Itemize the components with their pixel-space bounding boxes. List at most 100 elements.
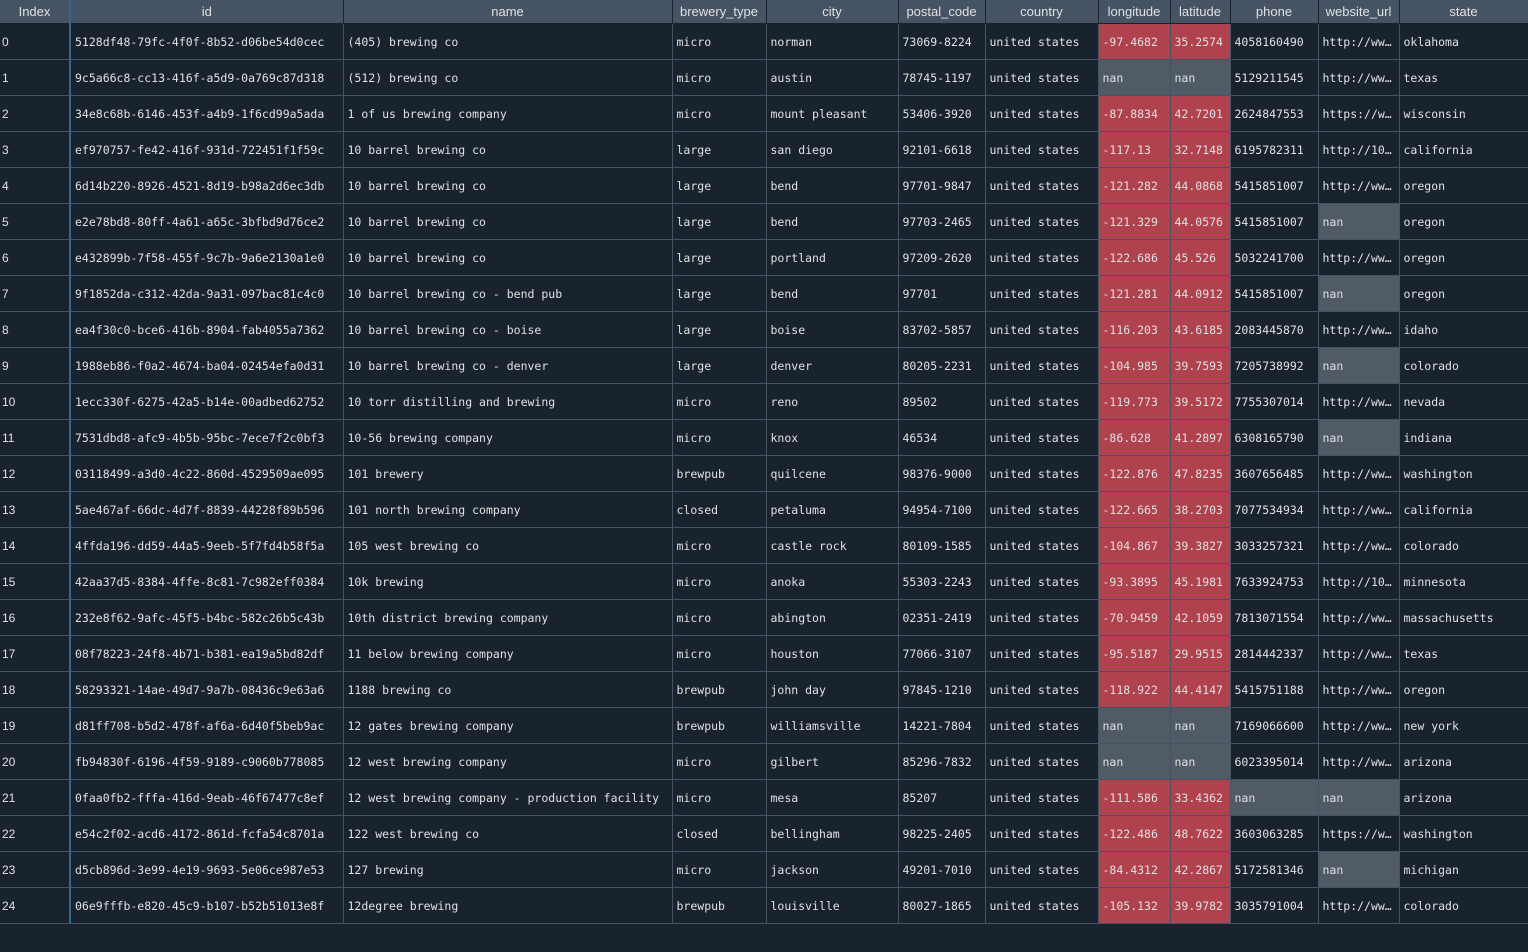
cell-phone[interactable]: 3603063285 [1230,815,1319,852]
cell-id[interactable]: d81ff708-b5d2-478f-af6a-6d40f5beb9ac [70,707,344,744]
cell-latitude[interactable]: 39.9782 [1170,887,1231,924]
cell-id[interactable]: 4ffda196-dd59-44a5-9eeb-5f7fd4b58f5a [70,527,344,564]
cell-name[interactable]: 10 barrel brewing co [343,167,673,204]
cell-brewery-type[interactable]: micro [672,635,767,672]
cell-brewery-type[interactable]: brewpub [672,671,767,708]
row-index[interactable]: 18 [0,671,71,708]
cell-phone[interactable]: 3033257321 [1230,527,1319,564]
cell-city[interactable]: williamsville [766,707,899,744]
cell-postal-code[interactable]: 53406-3920 [898,95,986,132]
cell-latitude[interactable]: nan [1170,59,1231,96]
cell-country[interactable]: united states [985,491,1099,528]
cell-country[interactable]: united states [985,815,1099,852]
cell-phone[interactable]: 7633924753 [1230,563,1319,600]
cell-state[interactable]: colorado [1399,347,1528,384]
cell-phone[interactable]: 2624847553 [1230,95,1319,132]
cell-postal-code[interactable]: 97701 [898,275,986,312]
column-header-latitude[interactable]: latitude [1170,0,1231,24]
cell-state[interactable]: massachusetts [1399,599,1528,636]
cell-id[interactable]: 08f78223-24f8-4b71-b381-ea19a5bd82df [70,635,344,672]
cell-state[interactable]: colorado [1399,887,1528,924]
table-row[interactable]: 23 d5cb896d-3e99-4e19-9693-5e06ce987e53 12… [0,851,1528,888]
cell-postal-code[interactable]: 02351-2419 [898,599,986,636]
cell-website-url[interactable]: https://w… [1318,815,1400,852]
cell-brewery-type[interactable]: closed [672,491,767,528]
table-row[interactable]: 20 fb94830f-6196-4f59-9189-c9060b778085 12… [0,743,1528,780]
cell-country[interactable]: united states [985,563,1099,600]
table-row[interactable]: 10 1ecc330f-6275-42a5-b14e-00adbed62752 10… [0,383,1528,420]
cell-postal-code[interactable]: 80205-2231 [898,347,986,384]
cell-postal-code[interactable]: 97701-9847 [898,167,986,204]
cell-brewery-type[interactable]: micro [672,383,767,420]
cell-website-url[interactable]: http://ww… [1318,59,1400,96]
cell-longitude[interactable]: -121.281 [1098,275,1171,312]
cell-name[interactable]: 12 west brewing company - production fac… [343,779,673,816]
cell-country[interactable]: united states [985,23,1099,60]
cell-longitude[interactable]: -118.922 [1098,671,1171,708]
cell-city[interactable]: denver [766,347,899,384]
cell-longitude[interactable]: -116.203 [1098,311,1171,348]
cell-brewery-type[interactable]: large [672,347,767,384]
row-index[interactable]: 10 [0,383,71,420]
cell-longitude[interactable]: -121.329 [1098,203,1171,240]
cell-id[interactable]: e54c2f02-acd6-4172-861d-fcfa54c8701a [70,815,344,852]
cell-country[interactable]: united states [985,59,1099,96]
row-index[interactable]: 13 [0,491,71,528]
cell-latitude[interactable]: 35.2574 [1170,23,1231,60]
table-row[interactable]: 22 e54c2f02-acd6-4172-861d-fcfa54c8701a 12… [0,815,1528,852]
cell-state[interactable]: oregon [1399,239,1528,276]
cell-latitude[interactable]: 39.5172 [1170,383,1231,420]
cell-city[interactable]: reno [766,383,899,420]
cell-state[interactable]: indiana [1399,419,1528,456]
cell-country[interactable]: united states [985,527,1099,564]
cell-postal-code[interactable]: 49201-7010 [898,851,986,888]
cell-city[interactable]: petaluma [766,491,899,528]
cell-brewery-type[interactable]: large [672,311,767,348]
cell-state[interactable]: new york [1399,707,1528,744]
cell-country[interactable]: united states [985,635,1099,672]
cell-postal-code[interactable]: 85296-7832 [898,743,986,780]
cell-id[interactable]: 06e9fffb-e820-45c9-b107-b52b51013e8f [70,887,344,924]
cell-name[interactable]: 12degree brewing [343,887,673,924]
cell-phone[interactable]: 3035791004 [1230,887,1319,924]
cell-city[interactable]: gilbert [766,743,899,780]
cell-state[interactable]: minnesota [1399,563,1528,600]
column-header-phone[interactable]: phone [1230,0,1319,24]
table-row[interactable]: 3 ef970757-fe42-416f-931d-722451f1f59c 10 … [0,131,1528,168]
cell-state[interactable]: california [1399,491,1528,528]
table-row[interactable]: 16 232e8f62-9afc-45f5-b4bc-582c26b5c43b 10… [0,599,1528,636]
cell-latitude[interactable]: 45.1981 [1170,563,1231,600]
cell-state[interactable]: wisconsin [1399,95,1528,132]
cell-state[interactable]: oregon [1399,671,1528,708]
column-header-name[interactable]: name [343,0,673,24]
cell-name[interactable]: 12 gates brewing company [343,707,673,744]
cell-brewery-type[interactable]: large [672,203,767,240]
cell-name[interactable]: 10 barrel brewing co [343,131,673,168]
cell-country[interactable]: united states [985,203,1099,240]
cell-postal-code[interactable]: 80109-1585 [898,527,986,564]
cell-latitude[interactable]: 41.2897 [1170,419,1231,456]
cell-latitude[interactable]: 47.8235 [1170,455,1231,492]
cell-id[interactable]: 34e8c68b-6146-453f-a4b9-1f6cd99a5ada [70,95,344,132]
cell-postal-code[interactable]: 92101-6618 [898,131,986,168]
cell-id[interactable]: 7531dbd8-afc9-4b5b-95bc-7ece7f2c0bf3 [70,419,344,456]
column-header-country[interactable]: country [985,0,1099,24]
cell-name[interactable]: 10 barrel brewing co [343,239,673,276]
cell-latitude[interactable]: 29.9515 [1170,635,1231,672]
cell-id[interactable]: e432899b-7f58-455f-9c7b-9a6e2130a1e0 [70,239,344,276]
cell-latitude[interactable]: 44.4147 [1170,671,1231,708]
cell-country[interactable]: united states [985,743,1099,780]
cell-brewery-type[interactable]: micro [672,59,767,96]
cell-latitude[interactable]: 42.2867 [1170,851,1231,888]
cell-city[interactable]: houston [766,635,899,672]
cell-name[interactable]: 101 north brewing company [343,491,673,528]
cell-id[interactable]: fb94830f-6196-4f59-9189-c9060b778085 [70,743,344,780]
cell-longitude[interactable]: -95.5187 [1098,635,1171,672]
cell-longitude[interactable]: -84.4312 [1098,851,1171,888]
cell-phone[interactable]: 7169066600 [1230,707,1319,744]
cell-longitude[interactable]: -93.3895 [1098,563,1171,600]
cell-country[interactable]: united states [985,455,1099,492]
cell-city[interactable]: boise [766,311,899,348]
cell-brewery-type[interactable]: micro [672,779,767,816]
row-index[interactable]: 19 [0,707,71,744]
